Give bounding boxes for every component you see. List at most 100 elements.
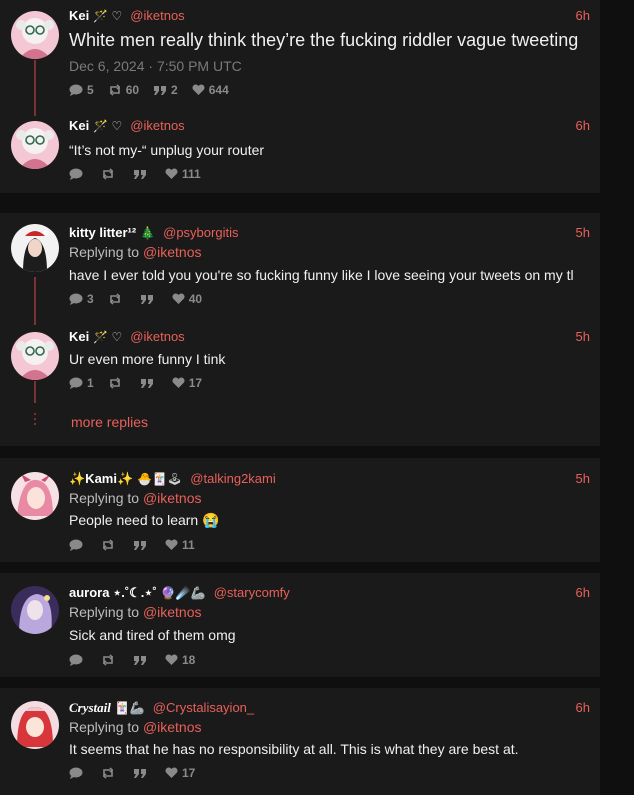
display-name[interactable]: kitty litter¹² bbox=[69, 225, 136, 240]
comment-icon bbox=[69, 84, 83, 96]
comment-icon bbox=[69, 293, 83, 305]
replying-to-handle[interactable]: @iketnos bbox=[143, 604, 202, 620]
name-decorations: 🪄 ♡ bbox=[93, 330, 123, 344]
replying-to: Replying to @iketnos bbox=[69, 244, 202, 260]
timestamp[interactable]: 6h bbox=[576, 585, 590, 601]
reply-tweet[interactable]: kitty litter¹² 🎄 @psyborgitis 5h Replying … bbox=[0, 213, 600, 321]
display-name[interactable]: Kei bbox=[69, 8, 89, 23]
main-tweet[interactable]: Kei 🪄 ♡ @iketnos 6h White men really think… bbox=[0, 0, 600, 110]
username[interactable]: @iketnos bbox=[130, 118, 184, 133]
name-decorations: 🎄 bbox=[140, 226, 156, 240]
avatar[interactable] bbox=[11, 472, 59, 520]
timestamp[interactable]: 5h bbox=[576, 471, 590, 487]
timestamp[interactable]: 6h bbox=[576, 700, 590, 716]
tweet-text: Sick and tired of them omg bbox=[69, 627, 236, 643]
retweet-stat[interactable] bbox=[101, 539, 119, 551]
reply-tweet[interactable]: ✨Kami✨ 🐣🃏🕹 @talking2kami 5h Replying to @i… bbox=[0, 458, 600, 562]
quote-stat[interactable] bbox=[133, 168, 151, 180]
heart-icon bbox=[165, 168, 178, 179]
like-stat[interactable]: 17 bbox=[165, 766, 195, 780]
avatar[interactable] bbox=[11, 586, 59, 634]
timestamp[interactable]: 6h bbox=[576, 118, 590, 134]
replying-to-handle[interactable]: @iketnos bbox=[143, 490, 202, 506]
replying-to-handle[interactable]: @iketnos bbox=[143, 244, 202, 260]
name-decorations: 🃏🦾 bbox=[114, 701, 145, 715]
display-name[interactable]: ✨Kami✨ bbox=[69, 471, 133, 486]
thread-reply[interactable]: Kei 🪄 ♡ @iketnos 5h Ur even more funny I t… bbox=[0, 321, 600, 401]
retweet-icon bbox=[109, 377, 120, 389]
retweet-icon bbox=[109, 293, 120, 305]
username[interactable]: @iketnos bbox=[130, 8, 184, 23]
username[interactable]: @starycomfy bbox=[214, 585, 290, 600]
retweet-stat[interactable] bbox=[108, 377, 126, 389]
reply-tweet[interactable]: aurora ⋆.˚☾.⋆˚ 🔮☄️🦾 @starycomfy 6h Replyin… bbox=[0, 573, 600, 677]
name-decorations: 🪄 ♡ bbox=[93, 9, 123, 23]
heart-icon bbox=[192, 84, 205, 95]
username[interactable]: @psyborgitis bbox=[163, 225, 238, 240]
like-stat[interactable]: 17 bbox=[172, 376, 202, 390]
like-stat[interactable]: 644 bbox=[192, 83, 229, 97]
quote-stat[interactable] bbox=[140, 293, 158, 305]
tweet-header: kitty litter¹² 🎄 @psyborgitis 5h bbox=[69, 225, 590, 241]
tweet-stats: 5 60 2 644 bbox=[69, 82, 243, 98]
tweet-text: It seems that he has no responsibility a… bbox=[69, 741, 519, 757]
display-name[interactable]: Kei bbox=[69, 118, 89, 133]
tweet-text: “It’s not my-“ unplug your router bbox=[69, 142, 265, 158]
like-stat[interactable]: 18 bbox=[165, 653, 195, 667]
comment-icon bbox=[69, 767, 83, 779]
display-name[interactable]: Kei bbox=[69, 329, 89, 344]
avatar[interactable] bbox=[11, 11, 59, 59]
display-name[interactable]: aurora ⋆.˚☾.⋆˚ bbox=[69, 585, 157, 600]
timestamp[interactable]: 5h bbox=[576, 329, 590, 345]
username[interactable]: @talking2kami bbox=[190, 471, 275, 486]
thread-dots bbox=[34, 413, 36, 428]
like-stat[interactable]: 11 bbox=[165, 538, 195, 552]
reply-stat[interactable] bbox=[69, 168, 87, 180]
reply-tweet[interactable]: Crystail 🃏🦾 @Crystalisayion_ 6h Replying t… bbox=[0, 688, 600, 795]
reply-stat[interactable] bbox=[69, 539, 87, 551]
tweet-stats: 111 bbox=[69, 166, 215, 182]
reply-stat[interactable] bbox=[69, 767, 87, 779]
avatar[interactable] bbox=[11, 332, 59, 380]
tweet-text: People need to learn 😭 bbox=[69, 512, 220, 528]
replying-to-handle[interactable]: @iketnos bbox=[143, 719, 202, 735]
quote-icon bbox=[134, 170, 146, 179]
tweet-text: have I ever told you you're so fucking f… bbox=[69, 267, 574, 283]
retweet-stat[interactable]: 60 bbox=[108, 83, 139, 97]
quote-stat[interactable] bbox=[133, 539, 151, 551]
quote-stat[interactable]: 2 bbox=[153, 83, 178, 97]
retweet-stat[interactable] bbox=[101, 767, 119, 779]
retweet-icon bbox=[109, 84, 120, 96]
quote-stat[interactable] bbox=[133, 654, 151, 666]
avatar[interactable] bbox=[11, 701, 59, 749]
avatar[interactable] bbox=[11, 224, 59, 272]
retweet-stat[interactable] bbox=[108, 293, 126, 305]
timestamp[interactable]: 6h bbox=[576, 8, 590, 24]
reply-stat[interactable]: 3 bbox=[69, 292, 94, 306]
avatar[interactable] bbox=[11, 121, 59, 169]
thread-reply[interactable]: Kei 🪄 ♡ @iketnos 6h “It’s not my-“ unplug … bbox=[0, 110, 600, 193]
username[interactable]: @Crystalisayion_ bbox=[153, 700, 254, 715]
name-decorations: 🔮☄️🦾 bbox=[160, 586, 206, 600]
retweet-stat[interactable] bbox=[101, 168, 119, 180]
retweet-stat[interactable] bbox=[101, 654, 119, 666]
timestamp[interactable]: 5h bbox=[576, 225, 590, 241]
name-decorations: 🐣🃏🕹 bbox=[137, 472, 183, 486]
replying-to: Replying to @iketnos bbox=[69, 719, 202, 735]
tweet-header: Kei 🪄 ♡ @iketnos 6h bbox=[69, 118, 590, 134]
like-stat[interactable]: 40 bbox=[172, 292, 202, 306]
display-name[interactable]: Crystail bbox=[69, 700, 111, 715]
tweet-header: ✨Kami✨ 🐣🃏🕹 @talking2kami 5h bbox=[69, 471, 590, 487]
reply-stat[interactable] bbox=[69, 654, 87, 666]
reply-stat[interactable]: 1 bbox=[69, 376, 94, 390]
retweet-icon bbox=[102, 654, 114, 666]
reply-stat[interactable]: 5 bbox=[69, 83, 94, 97]
quote-stat[interactable] bbox=[140, 377, 158, 389]
like-stat[interactable]: 111 bbox=[165, 167, 201, 181]
tweet-header: Kei 🪄 ♡ @iketnos 6h bbox=[69, 8, 590, 24]
quote-stat[interactable] bbox=[133, 767, 151, 779]
more-replies-link[interactable]: more replies bbox=[71, 414, 148, 430]
username[interactable]: @iketnos bbox=[130, 329, 184, 344]
tweet-date[interactable]: Dec 6, 2024 · 7:50 PM UTC bbox=[69, 58, 242, 74]
tweet-text: Ur even more funny I tink bbox=[69, 351, 226, 367]
